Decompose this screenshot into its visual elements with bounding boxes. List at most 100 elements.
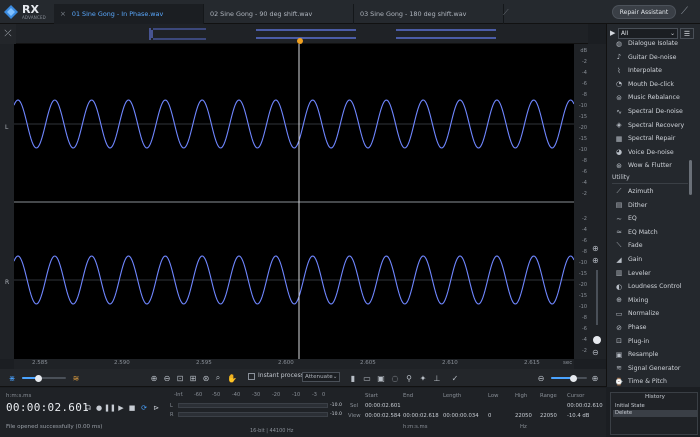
- module-time-pitch[interactable]: ⌚ Time & Pitch: [613, 375, 693, 388]
- module-spectral-repair[interactable]: ▦ Spectral Repair: [613, 132, 693, 145]
- zoom-out-vertical-icon[interactable]: ⊖: [592, 348, 599, 357]
- db-tick: -4: [582, 337, 587, 343]
- history-item-selected[interactable]: Delete: [613, 410, 697, 417]
- module-label: Azimuth: [628, 188, 654, 195]
- waveform-view-icon[interactable]: ⋇: [6, 372, 18, 384]
- module-gain[interactable]: ◢ Gain: [613, 253, 693, 266]
- vertical-zoom-knob[interactable]: [593, 336, 601, 344]
- zoom-selection-icon[interactable]: ⊡: [174, 372, 186, 384]
- view-start-field[interactable]: 00:00:02.584: [365, 413, 401, 419]
- module-mixing[interactable]: ⊕ Mixing: [613, 294, 693, 307]
- module-spectral-denoise[interactable]: ∿ Spectral De-noise: [613, 105, 693, 118]
- play-icon[interactable]: ▶: [116, 403, 126, 413]
- spectrogram-view-icon[interactable]: ≋: [70, 372, 82, 384]
- module-normalize[interactable]: ▭ Normalize: [613, 307, 693, 320]
- pencil-icon[interactable]: ✓: [449, 372, 461, 384]
- tab-file-1[interactable]: × 01 Sine Gong - In Phase.wav: [54, 4, 204, 24]
- frequency-selection-icon[interactable]: ▭: [361, 372, 373, 384]
- play-module-icon[interactable]: ▶: [610, 29, 615, 37]
- zoom-in-vertical-icon[interactable]: ⊕: [592, 256, 599, 265]
- waveform-canvas[interactable]: [13, 44, 575, 359]
- time-format-label[interactable]: h:m:s.ms: [6, 393, 31, 399]
- horizontal-zoom-out-icon[interactable]: ⊖: [535, 372, 547, 384]
- module-wow-flutter[interactable]: ⊛ Wow & Flutter: [613, 159, 693, 172]
- zoom-fit-icon[interactable]: ⊕: [592, 244, 599, 253]
- play-selection-icon[interactable]: ⊳: [151, 403, 161, 413]
- zoom-region-icon[interactable]: ⊛: [200, 372, 212, 384]
- module-dither[interactable]: ▤ Dither: [613, 199, 693, 212]
- utility-section-header[interactable]: Utility: [612, 174, 688, 184]
- module-eq[interactable]: ∼ EQ: [613, 212, 693, 225]
- tab-label: 02 Sine Gong - 90 deg shift.wav: [210, 10, 313, 18]
- view-end-field[interactable]: 00:00:02.618: [403, 413, 439, 419]
- waveform-overview[interactable]: [16, 24, 588, 44]
- instant-process-checkbox[interactable]: [248, 373, 255, 380]
- module-guitar[interactable]: ♪ Guitar De-noise: [613, 51, 693, 64]
- time-tick: 2.590: [114, 360, 130, 366]
- view-row-label: View: [348, 413, 361, 419]
- repair-assistant-button[interactable]: Repair Assistant: [612, 5, 676, 19]
- tab-file-3[interactable]: 03 Sine Gong - 180 deg shift.wav: [354, 4, 504, 24]
- time-tick: 2.615: [524, 360, 540, 366]
- stop-icon[interactable]: ■: [127, 403, 137, 413]
- module-phase[interactable]: ⊘ Phase: [613, 321, 693, 334]
- hand-tool-icon[interactable]: ✋: [226, 372, 238, 384]
- db-tick: dB: [580, 48, 587, 54]
- high-field[interactable]: 22050: [515, 413, 532, 419]
- time-selection-icon[interactable]: ▮: [347, 372, 359, 384]
- module-loudness[interactable]: ◐ Loudness Control: [613, 280, 693, 293]
- module-voice[interactable]: ◕ Voice De-noise: [613, 146, 693, 159]
- module-label: Resample: [628, 351, 659, 359]
- spectrogram-blend-knob[interactable]: [35, 374, 42, 382]
- module-dialogue-isolate[interactable]: ◍ Dialogue Isolate: [613, 37, 693, 50]
- low-field[interactable]: 0: [488, 413, 491, 419]
- module-plugin[interactable]: ⊡ Plug-in: [613, 335, 693, 348]
- history-item[interactable]: Initial State: [613, 403, 697, 410]
- pause-icon[interactable]: ❚❚: [104, 403, 116, 413]
- horizontal-zoom-knob[interactable]: [570, 374, 577, 382]
- module-interpolate[interactable]: ⌇ Interpolate: [613, 64, 693, 77]
- meter-right-label: R: [170, 412, 174, 418]
- headphones-icon[interactable]: ☊: [83, 403, 93, 413]
- vertical-zoom-slider[interactable]: [596, 270, 598, 325]
- module-mouth[interactable]: ◔ Mouth De-click: [613, 78, 693, 91]
- instant-process-mode-select[interactable]: Attenuate ⌄: [302, 372, 340, 382]
- tab-arrows-icon[interactable]: ⟋: [503, 8, 513, 18]
- module-label: Guitar De-noise: [628, 53, 677, 61]
- brush-icon[interactable]: ⟋: [681, 6, 695, 18]
- module-signal-generator[interactable]: ≋ Signal Generator: [613, 362, 693, 375]
- collapse-overview-icon[interactable]: ⤫: [0, 24, 16, 44]
- zoom-in-icon[interactable]: ⊕: [148, 372, 160, 384]
- tab-file-2[interactable]: 02 Sine Gong - 90 deg shift.wav: [204, 4, 354, 24]
- close-tab-icon[interactable]: ×: [60, 10, 66, 18]
- module-eq-match[interactable]: ≈ EQ Match: [613, 226, 693, 239]
- magic-wand-icon[interactable]: ✦: [417, 372, 429, 384]
- time-ruler[interactable]: 2.585 2.590 2.595 2.600 2.605 2.610 2.61…: [14, 359, 574, 369]
- module-music-rebalance[interactable]: ⊜ Music Rebalance: [613, 91, 693, 104]
- db-tick: -15: [578, 114, 587, 120]
- range-field[interactable]: 22050: [540, 413, 557, 419]
- normalize-icon: ▭: [615, 309, 623, 318]
- loop-icon[interactable]: ⟳: [139, 403, 149, 413]
- rectangle-selection-icon[interactable]: ▣: [375, 372, 387, 384]
- waveform-display[interactable]: [13, 44, 575, 359]
- module-spectral-recovery[interactable]: ◈ Spectral Recovery: [613, 119, 693, 132]
- voice-icon: ◕: [615, 148, 623, 157]
- lasso-icon[interactable]: ◌: [389, 372, 401, 384]
- view-length-field[interactable]: 00:00:00.034: [443, 413, 479, 419]
- module-azimuth[interactable]: ⟋ Azimuth: [613, 185, 693, 198]
- module-list-scrollbar[interactable]: [689, 160, 692, 195]
- module-fade[interactable]: ⟍ Fade: [613, 239, 693, 252]
- module-leveler[interactable]: ▥ Leveler: [613, 267, 693, 280]
- harmonic-selection-icon[interactable]: ⊥: [431, 372, 443, 384]
- brush-selection-icon[interactable]: ⚲: [403, 372, 415, 384]
- fade-icon: ⟍: [616, 241, 622, 250]
- zoom-full-icon[interactable]: ⊞: [187, 372, 199, 384]
- horizontal-zoom-in-icon[interactable]: ⊕: [589, 372, 601, 384]
- module-resample[interactable]: ▣ Resample: [613, 348, 693, 361]
- sel-start-field[interactable]: 00:00:02.601: [365, 403, 401, 409]
- zoom-out-icon[interactable]: ⊖: [161, 372, 173, 384]
- magnify-icon[interactable]: ⌕: [212, 372, 224, 384]
- leveler-icon: ▥: [615, 269, 623, 278]
- record-icon[interactable]: ●: [94, 403, 104, 413]
